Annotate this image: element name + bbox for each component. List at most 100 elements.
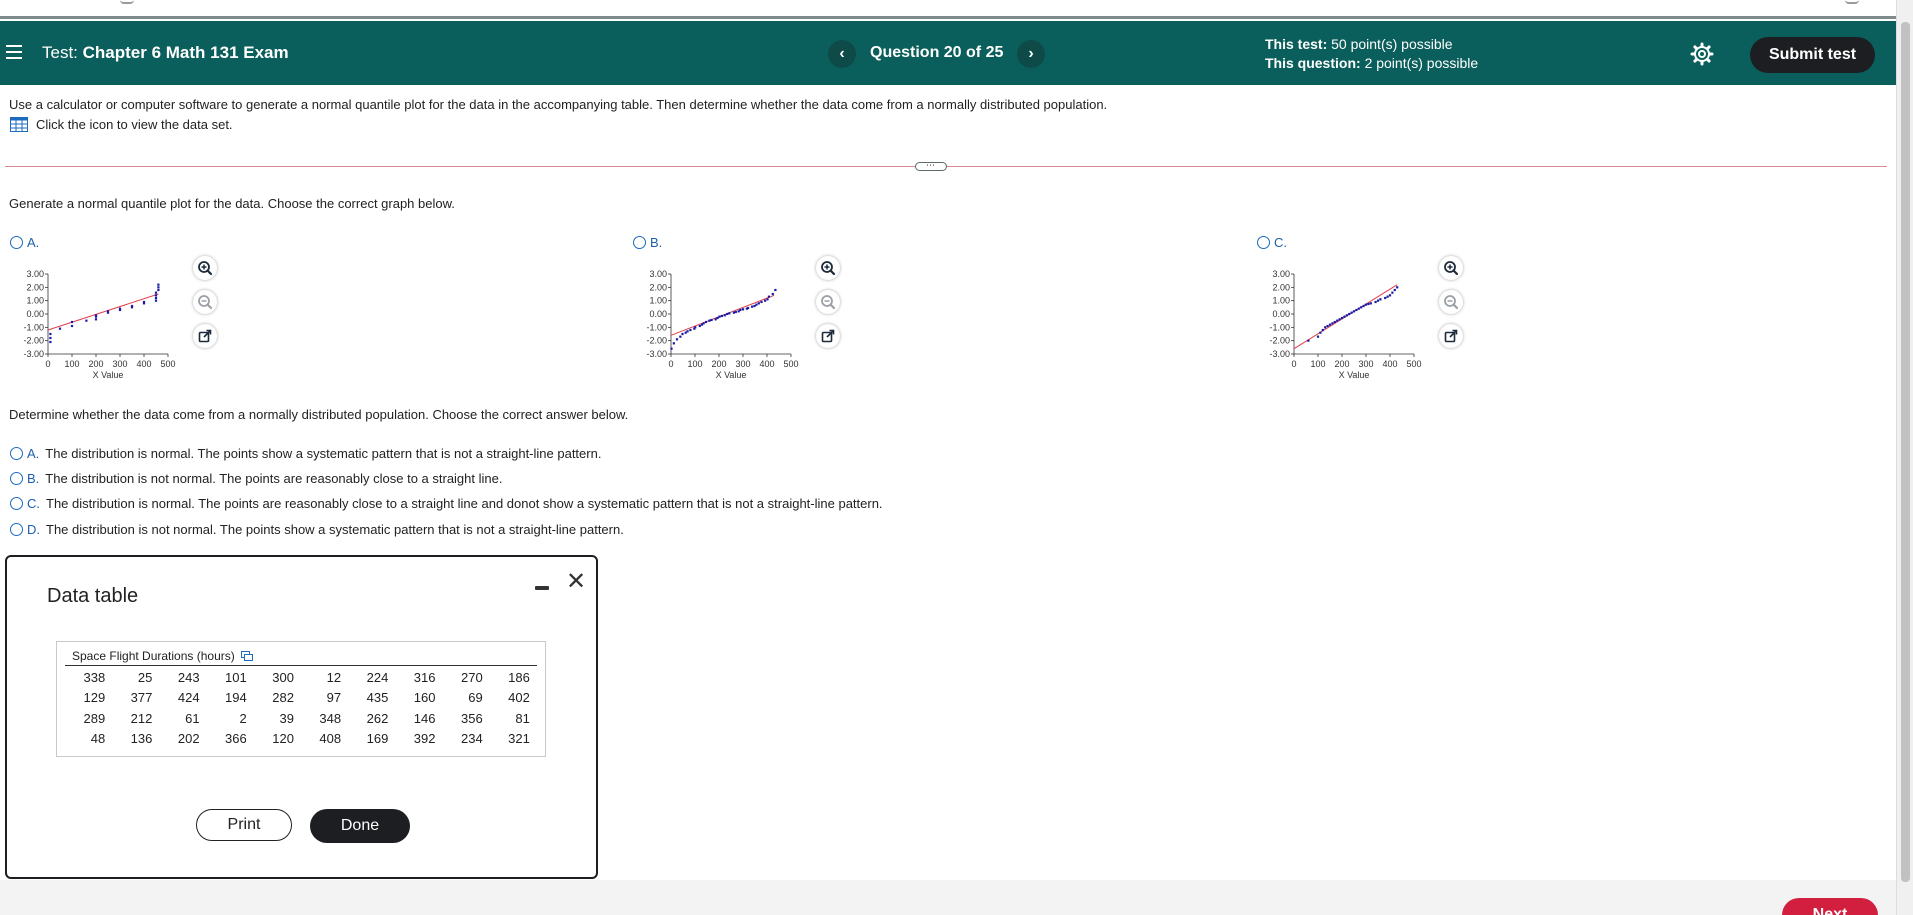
- open-external-icon[interactable]: [1439, 324, 1463, 348]
- data-point: [49, 340, 52, 344]
- table-cell: 48: [90, 731, 106, 747]
- data-point: [774, 288, 777, 292]
- y-tick-label: -3.00: [23, 349, 44, 359]
- table-cell: 101: [225, 669, 247, 685]
- zoom-out-icon[interactable]: [816, 290, 840, 314]
- divider-handle[interactable]: ⋯: [915, 161, 947, 171]
- answer-option-b[interactable]: B. The distribution is not normal. The po…: [10, 471, 502, 486]
- graph-choice-c[interactable]: C.: [1257, 235, 1287, 250]
- data-point: [70, 320, 74, 324]
- x-tick-label: 100: [1310, 359, 1325, 369]
- answer-letter: D.: [27, 522, 40, 537]
- previous-question-button[interactable]: ‹: [828, 40, 856, 68]
- data-point: [1352, 310, 1356, 313]
- zoom-in-icon[interactable]: [193, 256, 217, 280]
- page-scrollbar[interactable]: [1896, 0, 1913, 915]
- done-button[interactable]: Done: [310, 809, 410, 843]
- x-axis-label: X Value: [93, 370, 124, 380]
- zoom-in-icon[interactable]: [816, 256, 840, 280]
- data-point: [154, 299, 158, 302]
- data-point: [760, 300, 763, 304]
- table-cell: 366: [225, 731, 247, 747]
- quantile-plot-a[interactable]: 3.00 2.00 1.00 0.00 -1.00 -2.00 -3.00 0 100 200 30…: [8, 264, 188, 384]
- data-point: [1324, 326, 1327, 329]
- minimize-icon[interactable]: [535, 581, 549, 595]
- copy-icon[interactable]: [240, 650, 253, 661]
- data-point: [1364, 303, 1368, 306]
- data-point: [154, 296, 158, 300]
- table-cell: 402: [508, 690, 530, 706]
- table-cell: 25: [137, 669, 153, 685]
- radio-button[interactable]: [633, 236, 646, 249]
- print-button[interactable]: Print: [196, 809, 292, 841]
- radio-button[interactable]: [1257, 236, 1270, 249]
- this-test-label: This test:: [1265, 36, 1328, 52]
- radio-button[interactable]: [10, 447, 23, 460]
- quantile-plot-c[interactable]: 3.00 2.00 1.00 0.00 -1.00 -2.00 -3.00 0 100 200 30…: [1254, 264, 1434, 384]
- data-point: [157, 283, 160, 286]
- app-window: { "header": { "menu_icon": "hamburger-me…: [0, 0, 1913, 915]
- data-point: [670, 347, 673, 350]
- test-title: Test: Chapter 6 Math 131 Exam: [42, 43, 289, 63]
- data-point: [1388, 294, 1392, 297]
- zoom-out-icon[interactable]: [1439, 290, 1463, 314]
- normality-prompt: Determine whether the data come from a n…: [9, 407, 629, 422]
- table-cell: 129: [83, 690, 106, 706]
- gear-icon[interactable]: [1690, 42, 1714, 66]
- radio-button[interactable]: [10, 472, 23, 485]
- radio-button[interactable]: [10, 236, 23, 249]
- open-external-icon[interactable]: [193, 324, 217, 348]
- data-point: [1367, 302, 1370, 306]
- radio-button[interactable]: [10, 523, 23, 536]
- open-external-icon[interactable]: [816, 324, 840, 348]
- data-point: [70, 324, 74, 328]
- answer-option-c[interactable]: C. The distribution is normal. The points…: [10, 496, 883, 511]
- zoom-out-icon[interactable]: [193, 290, 217, 314]
- close-icon[interactable]: ✕: [565, 570, 587, 594]
- y-tick-label: 1.00: [1272, 296, 1290, 306]
- y-tick-label: 3.00: [649, 269, 667, 279]
- answer-option-a[interactable]: A. The distribution is normal. The points…: [10, 446, 601, 461]
- data-point: [1355, 308, 1358, 312]
- table-header-rule: [65, 665, 537, 666]
- next-question-button[interactable]: ›: [1017, 40, 1045, 68]
- data-point: [1321, 328, 1324, 332]
- submit-test-button[interactable]: Submit test: [1750, 37, 1875, 73]
- y-tick-label: -2.00: [1269, 336, 1290, 346]
- space-flight-table: 338 25 243 101 300 12 224 316 270 186 129 377 424 194…: [65, 667, 537, 749]
- data-point: [732, 311, 735, 314]
- this-question-value: 2 point(s) possible: [1364, 55, 1479, 71]
- graph-choice-a[interactable]: A.: [10, 235, 39, 250]
- y-tick-label: 0.00: [26, 309, 44, 319]
- data-point: [1374, 300, 1377, 304]
- answer-option-d[interactable]: D. The distribution is not normal. The po…: [10, 522, 624, 537]
- table-cell: 120: [272, 731, 294, 747]
- table-grid-icon[interactable]: [10, 117, 28, 132]
- view-dataset-link[interactable]: Click the icon to view the data set.: [10, 117, 233, 132]
- data-point: [1348, 312, 1351, 316]
- y-tick-label: -1.00: [1269, 322, 1290, 332]
- table-cell: 356: [460, 710, 483, 726]
- data-point: [734, 310, 737, 314]
- y-tick-label: -3.00: [646, 349, 667, 359]
- answer-text: The distribution is not normal. The poin…: [45, 471, 503, 486]
- radio-button[interactable]: [10, 497, 23, 510]
- zoom-in-icon[interactable]: [1439, 256, 1463, 280]
- next-button[interactable]: Next: [1782, 898, 1878, 915]
- hamburger-menu-icon[interactable]: [6, 45, 22, 59]
- question-instructions: Use a calculator or computer software to…: [9, 97, 1108, 112]
- data-point: [681, 332, 684, 336]
- x-tick-label: 500: [160, 359, 175, 369]
- data-point: [753, 304, 756, 308]
- footer-bar: [0, 880, 1896, 915]
- data-point: [58, 327, 62, 330]
- data-point: [1345, 314, 1348, 317]
- graph-choice-label: B.: [650, 235, 663, 250]
- view-dataset-text: Click the icon to view the data set.: [36, 117, 233, 132]
- graph-choice-b[interactable]: B.: [633, 235, 662, 250]
- scrollbar-thumb[interactable]: [1901, 22, 1910, 882]
- table-cell: 69: [468, 690, 483, 706]
- table-cell: 243: [177, 669, 200, 685]
- data-point: [1307, 339, 1310, 342]
- quantile-plot-b[interactable]: 3.00 2.00 1.00 0.00 -1.00 -2.00 -3.00 0 100 200 30…: [631, 264, 811, 384]
